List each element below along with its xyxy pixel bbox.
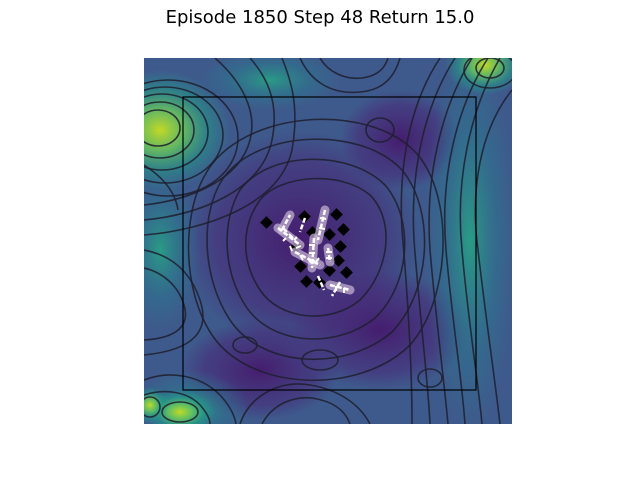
environment-view [144,58,512,424]
